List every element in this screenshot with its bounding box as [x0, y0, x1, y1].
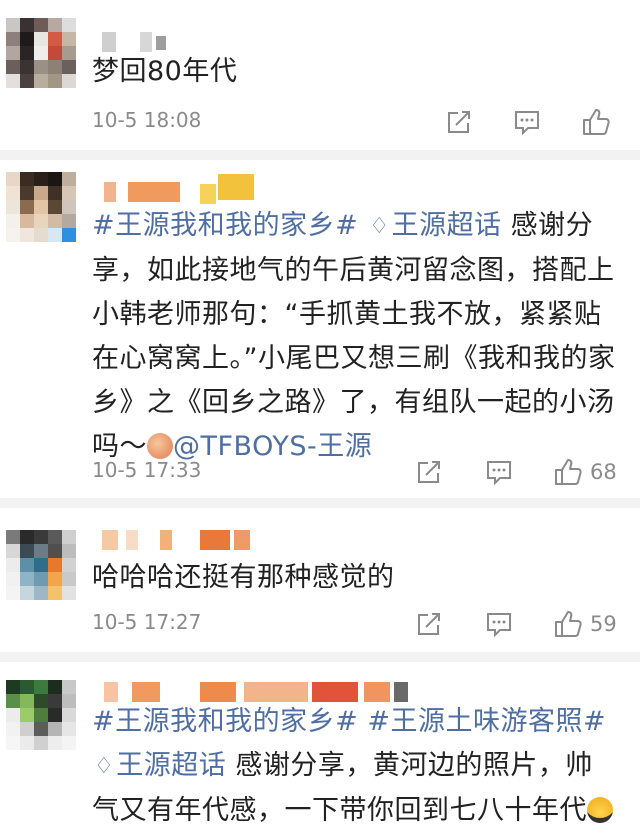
comment-meta: 10-5 17:33 68	[92, 452, 620, 492]
supertopic-link[interactable]: 王源超话	[392, 210, 502, 241]
comment-text: 哈哈哈还挺有那种感觉的	[92, 562, 395, 593]
avatar[interactable]	[6, 530, 76, 600]
avatar[interactable]	[6, 680, 76, 750]
comment-body: 感谢分享，如此接地气的午后黄河留念图，搭配上小韩老师那句：“手抓黄土我不放，紧紧…	[92, 210, 616, 462]
timestamp: 10-5 17:33	[92, 458, 202, 482]
comment-text: 梦回80年代	[92, 56, 238, 87]
avatar[interactable]	[6, 172, 76, 242]
topic-tag[interactable]: #王源我和我的家乡#	[92, 210, 358, 241]
divider	[0, 652, 640, 662]
comment-text: #王源我和我的家乡# ♢王源超话 感谢分享，如此接地气的午后黄河留念图，搭配上小…	[92, 204, 618, 469]
share-button[interactable]	[414, 604, 444, 644]
divider	[0, 498, 640, 508]
like-button[interactable]	[580, 102, 618, 142]
share-icon	[418, 613, 440, 635]
divider	[0, 150, 640, 160]
reply-button[interactable]	[484, 452, 514, 492]
like-icon	[583, 109, 610, 135]
like-button[interactable]: 68	[552, 452, 617, 492]
comment-icon	[515, 111, 539, 136]
topic-tag[interactable]: #王源土味游客照#	[367, 706, 606, 737]
like-icon	[555, 611, 582, 637]
share-button[interactable]	[414, 452, 444, 492]
timestamp: 10-5 17:27	[92, 610, 202, 634]
topic-tag[interactable]: #王源我和我的家乡#	[92, 706, 358, 737]
cool-emoji-icon	[587, 796, 613, 823]
timestamp: 10-5 18:08	[92, 108, 202, 132]
share-button[interactable]	[444, 102, 474, 142]
like-count: 68	[590, 460, 617, 484]
like-count: 59	[590, 612, 617, 636]
comment-meta: 10-5 18:08	[92, 102, 620, 142]
like-button[interactable]: 59	[552, 604, 617, 644]
like-icon	[555, 459, 582, 485]
share-icon	[448, 111, 470, 133]
reply-button[interactable]	[484, 604, 514, 644]
comment-text: #王源我和我的家乡# #王源土味游客照# ♢王源超话 感谢分享，黄河边的照片，帅…	[92, 700, 618, 833]
diamond-icon: ♢	[369, 213, 390, 239]
diamond-icon: ♢	[94, 753, 115, 779]
avatar[interactable]	[6, 18, 76, 88]
share-icon	[418, 461, 440, 483]
supertopic-link[interactable]: 王源超话	[116, 750, 226, 781]
reply-button[interactable]	[512, 102, 542, 142]
comment-meta: 10-5 17:27 59	[92, 604, 620, 644]
comment-icon	[487, 461, 511, 486]
comment-icon	[487, 613, 511, 638]
